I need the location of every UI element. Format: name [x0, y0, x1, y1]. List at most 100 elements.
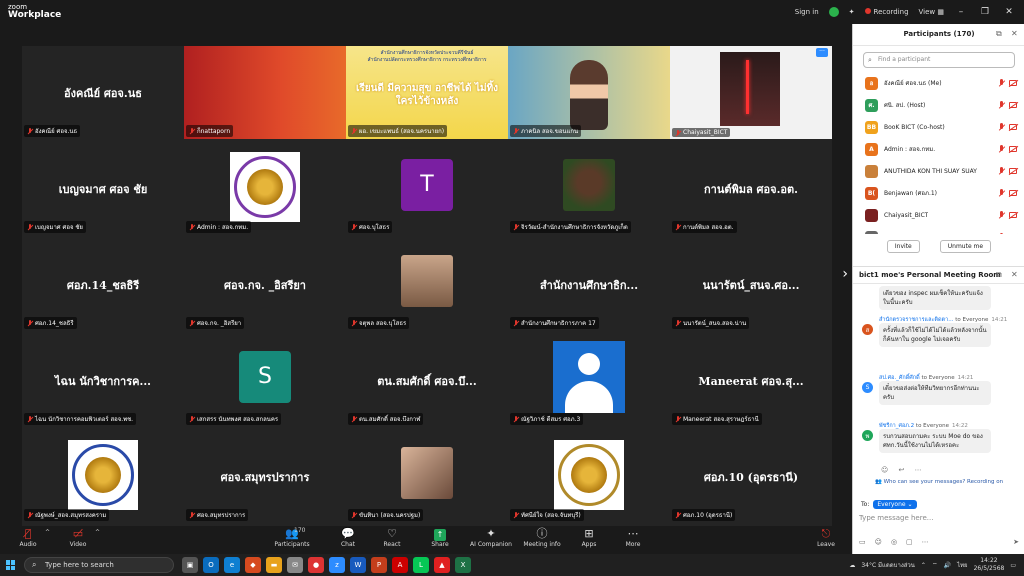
chat-messages[interactable]: เดียวของ inspec ผมเช็คให้นะครับแจ้งในนี้…	[853, 286, 1024, 478]
participant-tile[interactable]: S เสกสรร นันทพงศ สอจ.สกลนคร	[184, 334, 346, 427]
weather-text[interactable]: 34°C มีแดดบางส่วน	[861, 560, 915, 570]
minimize-icon[interactable]: –	[954, 7, 968, 17]
participant-name: อังคณีย์ ศอจ.นธ (Me)	[884, 80, 942, 87]
leave-button[interactable]: ⎋ Leave	[800, 527, 852, 553]
participant-tile[interactable]: ทัศนีย์ใจ (สอจ.จันทบุรี)	[508, 430, 670, 523]
participant-search-input[interactable]: ⌕ Find a participant	[863, 52, 1015, 68]
taskbar-search-input[interactable]: ⌕ Type here to search	[24, 557, 174, 573]
participant-tile[interactable]: ศอจ.สมุทรปราการ ศอจ.สมุทรปราการ	[184, 430, 346, 523]
screenshot-icon[interactable]: ◎	[891, 538, 897, 546]
react-button[interactable]: ♡ React	[366, 527, 418, 553]
participant-row[interactable]: ANUTHIDA KON THI SUAY SUAY	[853, 160, 1024, 182]
volume-icon[interactable]: 🔊	[944, 562, 951, 569]
popout-icon[interactable]: ⧉	[996, 29, 1002, 39]
visibility-notice[interactable]: 👥 Who can see your messages? Recording o…	[875, 479, 1003, 485]
participant-tile[interactable]: ไฉน นักวิชาการค... ไฉน นักวิชาการคอมพิวเต…	[22, 334, 184, 427]
participant-tile[interactable]: จิรวัฒน์-สำนักงานศึกษาธิการจังหวัดภูเก็ต	[508, 142, 670, 235]
recipient-dropdown[interactable]: Everyone ⌄	[873, 500, 917, 509]
restore-icon[interactable]: ❐	[978, 7, 992, 17]
participant-tile[interactable]: Admin : สอจ.กทม.	[184, 142, 346, 235]
send-icon[interactable]: ➤	[1013, 538, 1019, 546]
participant-tile[interactable]: สำนักงานศึกษาธิก... สำนักงานศึกษาธิการภาค…	[508, 238, 670, 331]
participant-tile[interactable]: ศอภ.10 (อุดรธานี) ศอภ.10 (อุดรธานี)	[670, 430, 832, 523]
participant-tile[interactable]: ศอจ.กจ. _อิสรียา ศอจ.กจ. _อิสรียา	[184, 238, 346, 331]
store-icon[interactable]: ◆	[245, 557, 261, 573]
chrome-icon[interactable]: ●	[308, 557, 324, 573]
participant-tile[interactable]: นนารัตน์_สนจ.ศอ... นนารัตน์_สนจ.สอจ.น่าน	[670, 238, 832, 331]
more-button[interactable]: ⋯ More	[607, 527, 659, 553]
chat-more-icon[interactable]: ⋯	[922, 538, 929, 546]
participant-tile[interactable]: ก็nattaporn	[184, 46, 346, 139]
participant-tile[interactable]: ขันทินา (สอจ.นครปฐม)	[346, 430, 508, 523]
emoji-icon[interactable]: ☺	[875, 538, 882, 546]
tile-more-icon[interactable]: ···	[816, 48, 828, 57]
participant-row[interactable]: อ อังคณีย์ ศอจ.นธ (Me)	[853, 72, 1024, 94]
photos-icon[interactable]: ✉	[287, 557, 303, 573]
tray-chevron-icon[interactable]: ⌃	[921, 562, 926, 569]
edge-icon[interactable]: e	[224, 557, 240, 573]
invite-button[interactable]: Invite	[886, 240, 920, 253]
line-icon[interactable]: L	[413, 557, 429, 573]
audio-caret-icon[interactable]: ^	[45, 529, 50, 536]
task-view-icon[interactable]: ▣	[182, 557, 198, 573]
sparkle-icon[interactable]: ✦	[849, 8, 855, 16]
participant-tile[interactable]: กานต์พิมล ศอจ.อต. กานต์พิมล สอจ.อต.	[670, 142, 832, 235]
participant-tile[interactable]: เบญจมาศ ศอจ ชัย เบญจมาศ ศอจ ชัย	[22, 142, 184, 235]
audio-button[interactable]: 🎙̸ Audio ^	[2, 527, 54, 553]
word-icon[interactable]: W	[350, 557, 366, 573]
windows-start-icon[interactable]	[6, 560, 16, 570]
outlook-icon[interactable]: O	[203, 557, 219, 573]
message-reactions[interactable]: ☺ ↩ ⋯	[881, 466, 926, 474]
video-caret-icon[interactable]: ^	[95, 529, 100, 536]
more-icon: ⋯	[627, 527, 639, 540]
participant-tile[interactable]: ภาคนิล สอจ.ขอนแกน	[508, 46, 670, 139]
view-button[interactable]: View ▦	[919, 8, 944, 16]
participants-button[interactable]: 👥 170 Participants	[264, 527, 320, 553]
participant-row[interactable]: Chaiyasit_BICT	[853, 204, 1024, 226]
chat-close-icon[interactable]: ✕	[1011, 270, 1018, 279]
notifications-icon[interactable]: ▭	[1010, 562, 1016, 569]
ai-companion-button[interactable]: ✦ AI Companion	[464, 527, 518, 553]
organization-seal	[230, 151, 300, 222]
explorer-icon[interactable]: ▬	[266, 557, 282, 573]
network-icon[interactable]: ⌔	[932, 561, 938, 569]
acrobat-icon[interactable]: A	[392, 557, 408, 573]
participant-tile[interactable]: อังคณีย์ ศอจ.นธ อังคณีย์ ศอจ.นธ	[22, 46, 184, 139]
chat-input[interactable]: Type message here...	[859, 514, 933, 522]
excel-icon[interactable]: X	[455, 557, 471, 573]
format-icon[interactable]: ▭	[859, 538, 866, 546]
unmute-me-button[interactable]: Unmute me	[939, 240, 992, 253]
file-icon[interactable]: ▢	[906, 538, 913, 546]
participant-tile[interactable]: ศอภ.14_ชลธิรี ศอภ.14_ชลธิรี	[22, 238, 184, 331]
close-icon[interactable]: ✕	[1002, 7, 1016, 17]
participant-row[interactable]: ศ. ศนิ. สป. (Host)	[853, 94, 1024, 116]
participant-row[interactable]: B(Benjawan (ศอภ.1)	[853, 182, 1024, 204]
participant-tile[interactable]: Maneerat ศอจ.สุ... Maneerat สอจ.สุราษฎร์ธ…	[670, 334, 832, 427]
participant-list[interactable]: อ อังคณีย์ ศอจ.นธ (Me) ศ. ศนิ. สป. (Host) BB…	[853, 72, 1024, 234]
video-button[interactable]: ▭̸ Video ^	[52, 527, 104, 553]
meeting-info-button[interactable]: ⓘ Meeting info	[516, 527, 568, 553]
powerpoint-icon[interactable]: P	[371, 557, 387, 573]
sign-in-button[interactable]: Sign in	[795, 8, 819, 16]
clock[interactable]: 14:22 26/5/2568	[974, 557, 1005, 573]
participant-tile[interactable]: ··· Chaiyasit_BICT	[670, 46, 832, 139]
participant-tile[interactable]: ตน.สมศักดิ์ ศอจ.บึ... ตน.สมศักดิ์ สอจ.บึง…	[346, 334, 508, 427]
security-shield-icon[interactable]	[828, 7, 839, 17]
participant-tile[interactable]: จตุพล สอจ.บุโสธร	[346, 238, 508, 331]
participant-tile[interactable]: ณัฐพงษ์_สอจ.สมุทรสงคราม	[22, 430, 184, 523]
close-panel-icon[interactable]: ✕	[1011, 29, 1018, 38]
participant-row[interactable]: Chaiyasit BICT	[853, 226, 1024, 234]
participant-tile[interactable]: ณัฐวิภาช์ ดีสมร ศอภ.3	[508, 334, 670, 427]
participant-tile[interactable]: T ศอจ.บุโสธร	[346, 142, 508, 235]
language-indicator[interactable]: ไทย	[957, 560, 968, 570]
share-button[interactable]: ↑ Share	[414, 527, 466, 553]
chat-popout-icon[interactable]: ⧉	[996, 270, 1002, 280]
weather-icon[interactable]: ☁	[849, 562, 855, 569]
next-page-arrow-icon[interactable]: ›	[842, 266, 848, 282]
app-red-icon[interactable]: ▲	[434, 557, 450, 573]
recording-indicator[interactable]: Recording	[864, 8, 909, 16]
participant-row[interactable]: A Admin : สอจ.กทม.	[853, 138, 1024, 160]
participant-tile[interactable]: สำนักงานศึกษาธิการจังหวัดประจวบคีรีขันธ์…	[346, 46, 508, 139]
participant-row[interactable]: BB BooK BICT (Co-host)	[853, 116, 1024, 138]
zoom-taskbar-icon[interactable]: z	[329, 557, 345, 573]
